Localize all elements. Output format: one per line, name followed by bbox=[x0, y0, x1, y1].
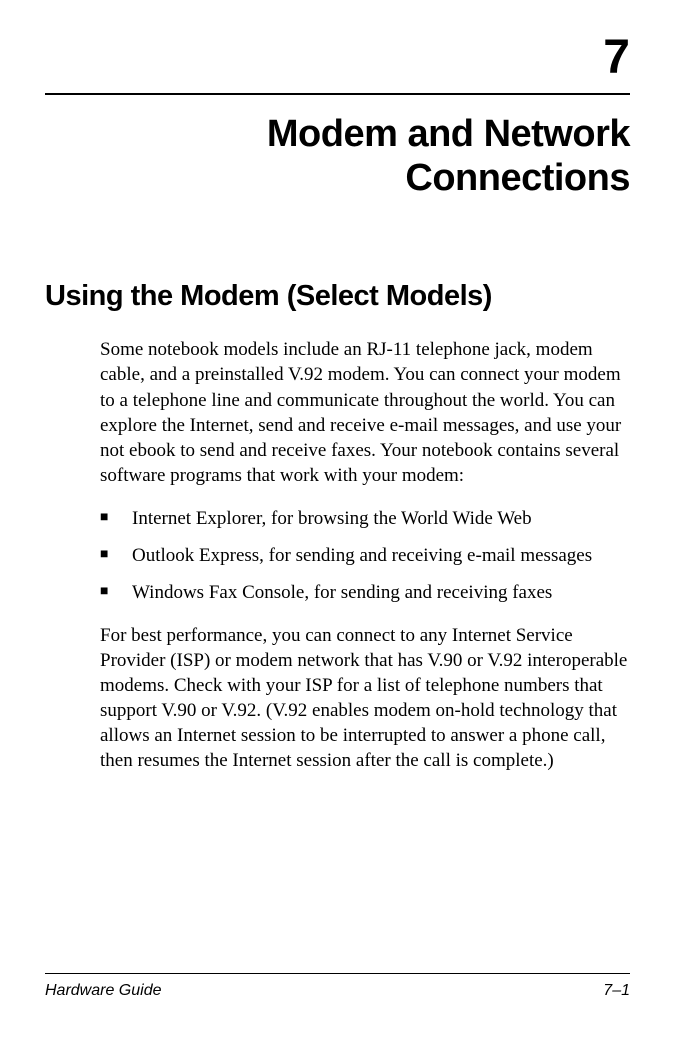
list-item: Internet Explorer, for browsing the Worl… bbox=[100, 506, 630, 531]
footer-row: Hardware Guide 7–1 bbox=[45, 982, 630, 1000]
chapter-title-line1: Modem and Network bbox=[267, 113, 630, 155]
body-paragraph-1: Some notebook models include an RJ-11 te… bbox=[100, 337, 630, 487]
footer-right: 7–1 bbox=[603, 982, 630, 1000]
list-item: Windows Fax Console, for sending and rec… bbox=[100, 580, 630, 605]
page-footer: Hardware Guide 7–1 bbox=[45, 973, 630, 1000]
chapter-title-line2: Connections bbox=[405, 157, 630, 199]
chapter-rule bbox=[45, 93, 630, 95]
chapter-title: Modem and Network Connections bbox=[45, 113, 630, 200]
list-item: Outlook Express, for sending and receivi… bbox=[100, 543, 630, 568]
section-heading: Using the Modem (Select Models) bbox=[45, 280, 630, 313]
footer-left: Hardware Guide bbox=[45, 982, 162, 1000]
chapter-number: 7 bbox=[45, 30, 630, 85]
footer-rule bbox=[45, 973, 630, 974]
body-paragraph-2: For best performance, you can connect to… bbox=[100, 623, 630, 773]
bullet-list: Internet Explorer, for browsing the Worl… bbox=[100, 506, 630, 605]
